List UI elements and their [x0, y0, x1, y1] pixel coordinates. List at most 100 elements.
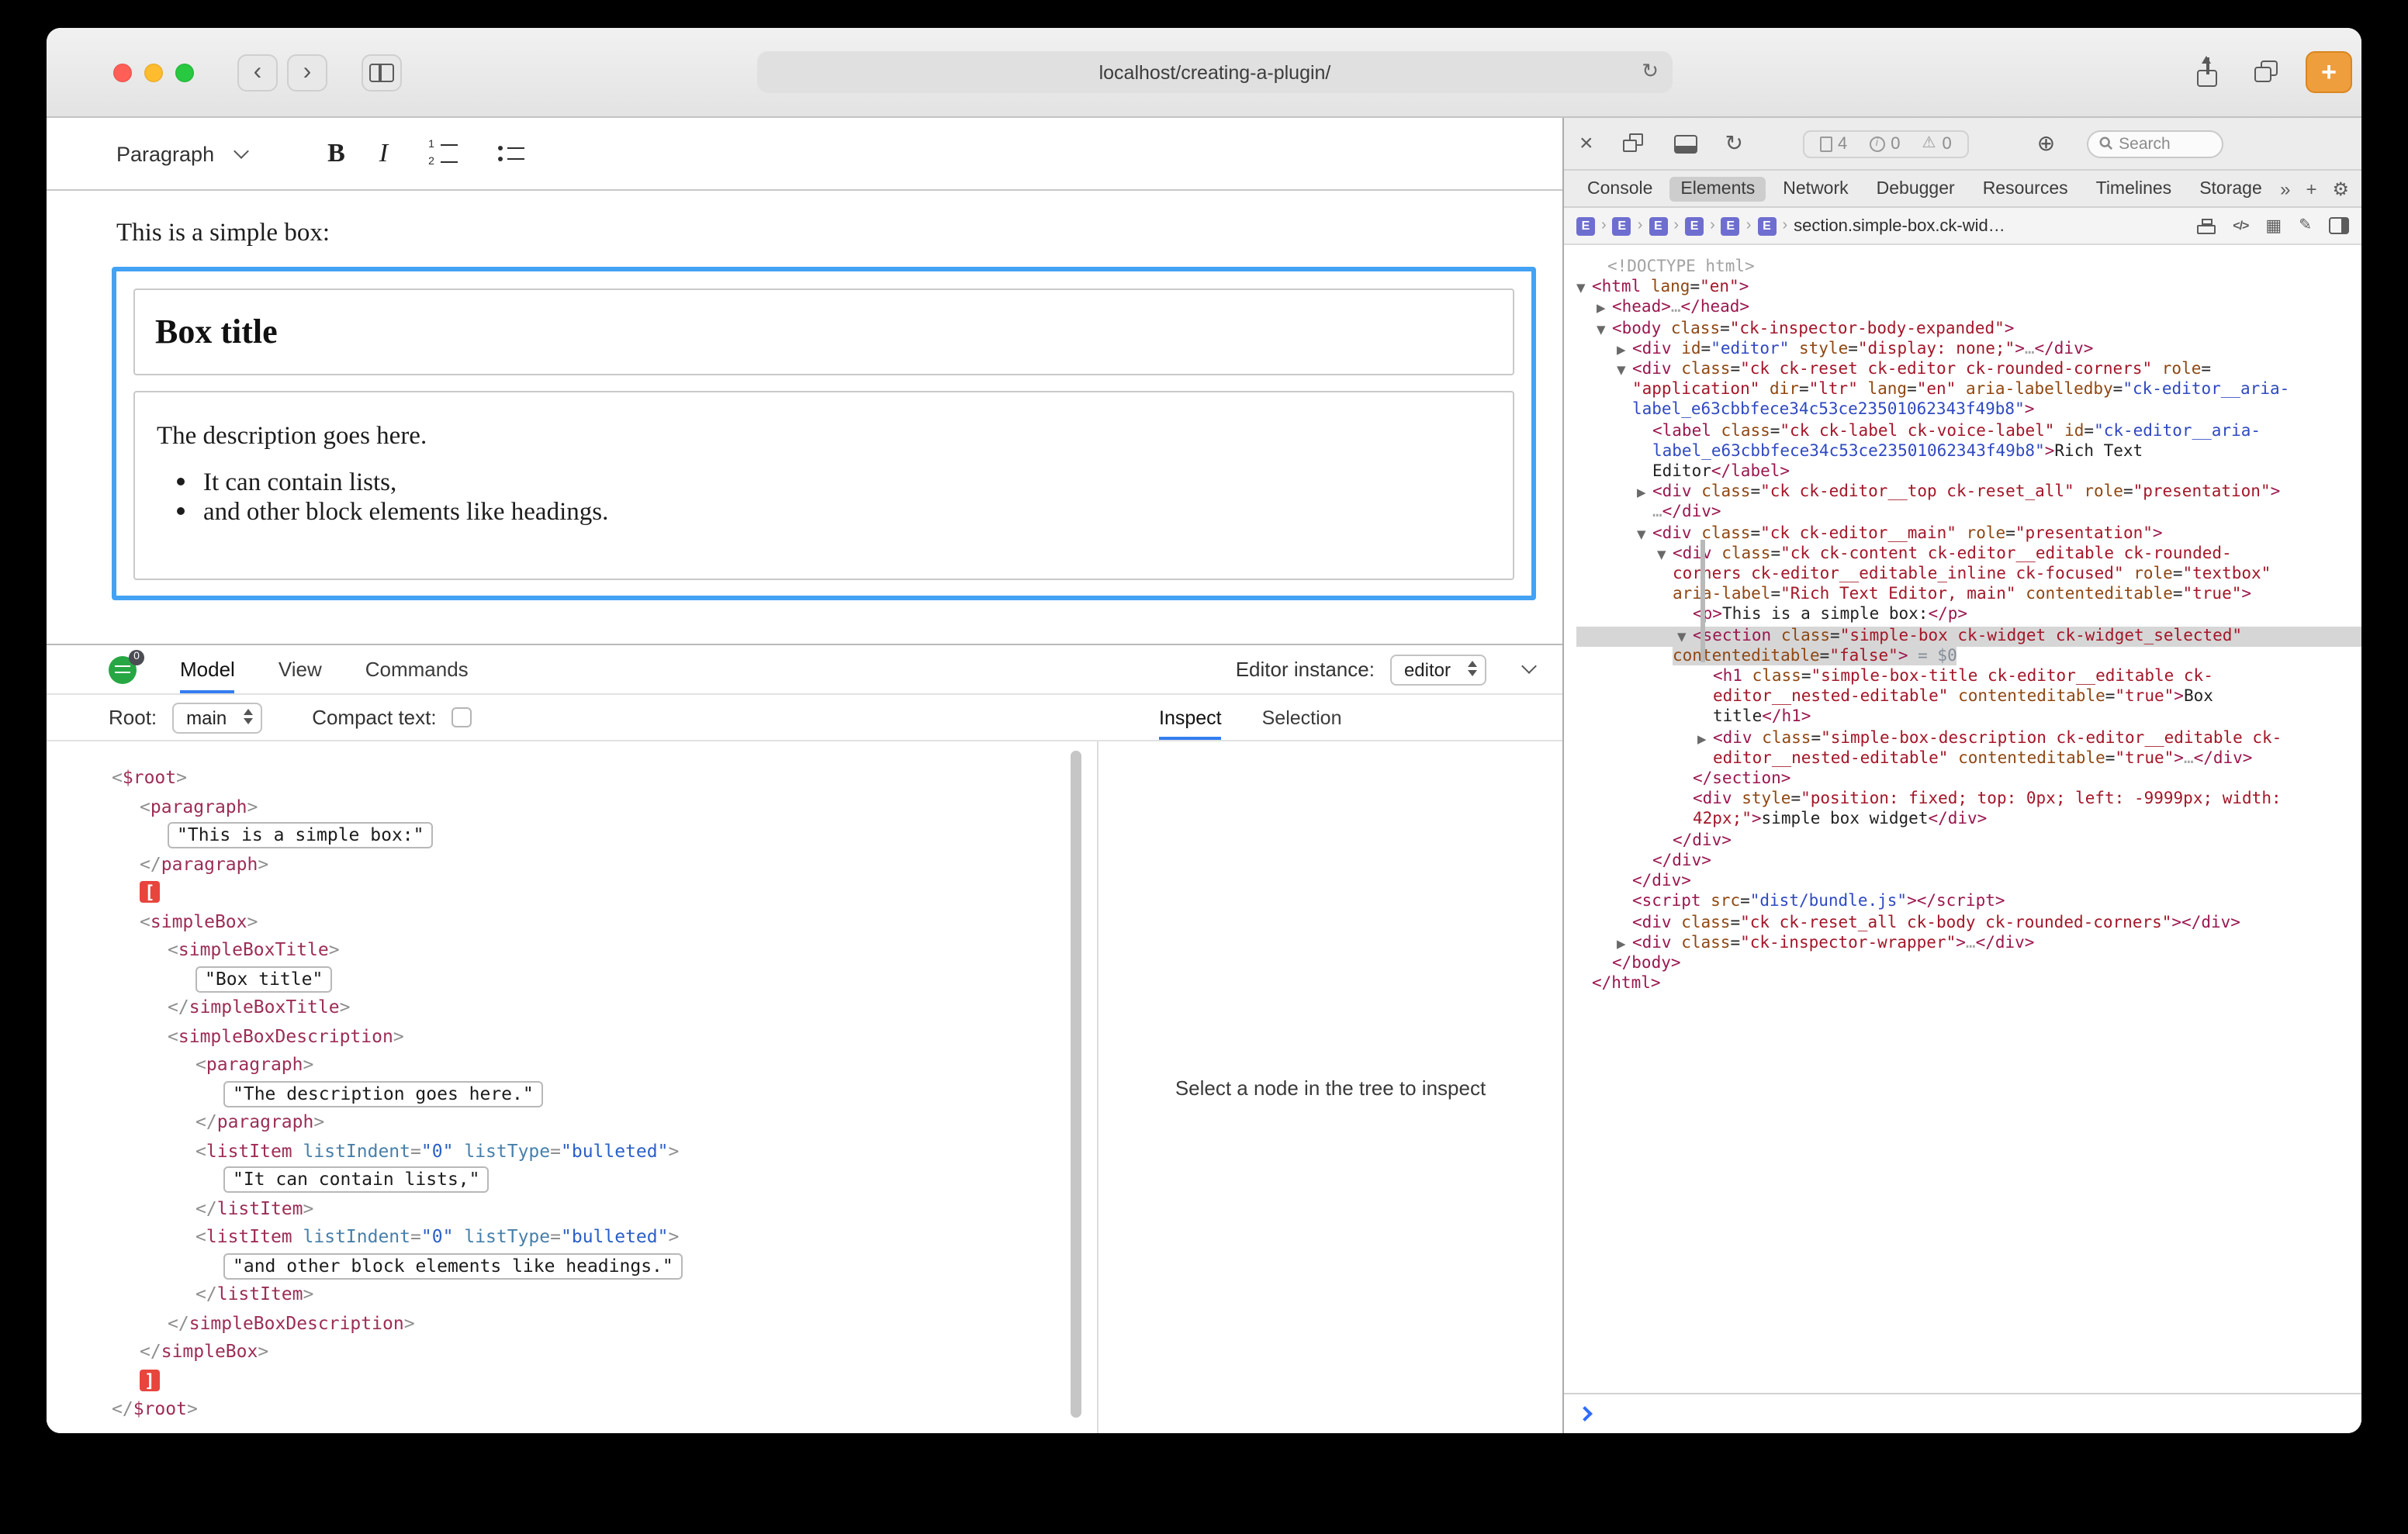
dom-tree-node[interactable]: ▼<html lang="en"> — [1576, 278, 2361, 298]
back-button[interactable]: ‹ — [237, 54, 278, 91]
dom-tree-node[interactable]: ▼<div class="ck ck-editor__main" role="p… — [1576, 523, 2361, 544]
model-tree-node[interactable]: <paragraph> — [112, 1050, 1067, 1079]
dom-tree-node[interactable]: ▼<div class="ck ck-reset ck-editor ck-ro… — [1576, 360, 2361, 380]
breadcrumb-current[interactable]: section.simple-box.ck-wid… — [1794, 216, 2005, 235]
inspector-tab-view[interactable]: View — [279, 645, 322, 693]
model-tree-node[interactable]: "and other block elements like headings.… — [112, 1251, 1067, 1280]
model-tree-node[interactable]: [ — [112, 878, 1067, 907]
editor-content[interactable]: This is a simple box: Box title The desc… — [47, 191, 1562, 644]
collapse-inspector-icon[interactable] — [1521, 658, 1537, 674]
devtools-reload-icon[interactable]: ↻ — [1725, 130, 1743, 157]
expanded-arrow-icon[interactable]: ▼ — [1617, 360, 1632, 380]
model-tree-node[interactable]: <simpleBoxTitle> — [112, 935, 1067, 964]
dom-tree-node[interactable]: <div class="ck ck-reset_all ck-body ck-r… — [1576, 913, 2361, 933]
dom-tree-node[interactable]: ▼<div class="ck ck-content ck-editor__ed… — [1576, 544, 2361, 565]
model-tree-node[interactable]: </simpleBox> — [112, 1337, 1067, 1366]
close-window-button[interactable] — [113, 63, 132, 81]
code-icon[interactable]: </> — [2233, 219, 2248, 233]
collapsed-arrow-icon[interactable]: ▶ — [1697, 728, 1713, 748]
print-icon[interactable] — [2197, 218, 2216, 233]
dom-tree-node[interactable]: <h1 class="simple-box-title ck-editor__e… — [1576, 667, 2361, 687]
expanded-arrow-icon[interactable]: ▼ — [1657, 544, 1673, 565]
element-badge-icon[interactable]: E — [1613, 216, 1631, 235]
pane-tab-selection[interactable]: Selection — [1262, 695, 1342, 740]
bulleted-list-button[interactable] — [498, 146, 524, 161]
editor-list-item[interactable]: It can contain lists, — [203, 468, 1513, 497]
model-tree-node[interactable]: "Box title" — [112, 964, 1067, 993]
inspector-tab-model[interactable]: Model — [180, 645, 235, 693]
model-tree-node[interactable]: </simpleBoxTitle> — [112, 993, 1067, 1021]
devtools-tab-network[interactable]: Network — [1772, 176, 1859, 201]
editor-instance-select[interactable]: editor — [1390, 654, 1486, 685]
element-picker-icon[interactable]: ⊕ — [2037, 130, 2055, 157]
grid-icon[interactable]: ▦ — [2265, 216, 2282, 236]
model-tree-node[interactable]: <paragraph> — [112, 792, 1067, 821]
box-title-text[interactable]: Box title — [135, 312, 278, 352]
devtools-tab-timelines[interactable]: Timelines — [2085, 176, 2183, 201]
model-tree-node[interactable]: <$root> — [112, 763, 1067, 792]
model-tree-node[interactable]: "This is a simple box:" — [112, 821, 1067, 849]
pane-tab-inspect[interactable]: Inspect — [1159, 695, 1222, 740]
model-tree-node[interactable]: ] — [112, 1366, 1067, 1394]
dock-bottom-icon[interactable] — [1674, 134, 1697, 153]
model-tree-node[interactable]: </$root> — [112, 1394, 1067, 1423]
add-tab-icon[interactable]: + — [2306, 178, 2316, 199]
details-sidebar-icon[interactable] — [2329, 217, 2349, 234]
italic-button[interactable]: I — [379, 138, 388, 169]
dom-tree-node[interactable]: <label class="ck ck-label ck-voice-label… — [1576, 421, 2361, 441]
model-tree-node[interactable]: </simpleBoxDescription> — [112, 1308, 1067, 1337]
tab-overview-button[interactable] — [2247, 54, 2287, 91]
share-button[interactable] — [2188, 54, 2228, 91]
resource-count[interactable]: 4 — [1819, 134, 1847, 153]
model-tree-node[interactable]: </paragraph> — [112, 849, 1067, 878]
editor-paragraph[interactable]: This is a simple box: — [116, 217, 330, 248]
bold-button[interactable]: B — [327, 138, 345, 169]
model-tree-node[interactable]: </paragraph> — [112, 1107, 1067, 1136]
devtools-tab-resources[interactable]: Resources — [1972, 176, 2079, 201]
address-bar[interactable]: localhost/creating-a-plugin/ ↻ — [757, 51, 1673, 93]
reload-icon[interactable]: ↻ — [1642, 59, 1659, 84]
collapsed-arrow-icon[interactable]: ▶ — [1637, 482, 1652, 503]
dom-tree-node[interactable]: label_e63cbbfece34c53ce23501062343f49b8"… — [1576, 401, 2361, 421]
element-badge-icon[interactable]: E — [1757, 216, 1776, 235]
dom-tree-node[interactable]: ▶<div class="simple-box-description ck-e… — [1576, 728, 2361, 748]
numbered-list-button[interactable]: 1 2 — [428, 140, 458, 168]
dom-tree-node[interactable]: ▶<div class="ck ck-editor__top ck-reset_… — [1576, 482, 2361, 503]
more-tabs-icon[interactable]: » — [2280, 178, 2290, 199]
element-badge-icon[interactable]: E — [1685, 216, 1704, 235]
dom-tree-node[interactable]: </div> — [1576, 872, 2361, 892]
dom-tree-node[interactable]: aria-label="Rich Text Editor, main" cont… — [1576, 586, 2361, 606]
model-tree-node[interactable]: <listItem listIndent="0" listType="bulle… — [112, 1222, 1067, 1251]
dom-tree-node[interactable]: </div> — [1576, 852, 2361, 872]
dom-tree-node[interactable]: </body> — [1576, 954, 2361, 974]
dom-tree-node[interactable]: contenteditable="false"> = $0 — [1576, 647, 2361, 667]
paragraph-dropdown[interactable]: Paragraph — [116, 142, 247, 165]
expanded-arrow-icon[interactable]: ▼ — [1677, 626, 1693, 646]
dom-tree-node[interactable]: </section> — [1576, 769, 2361, 789]
collapsed-arrow-icon[interactable]: ▶ — [1617, 933, 1632, 953]
dom-tree-node[interactable]: label_e63cbbfece34c53ce23501062343f49b8"… — [1576, 442, 2361, 462]
dom-tree-node[interactable]: editor__nested-editable" contenteditable… — [1576, 688, 2361, 708]
dom-tree-node[interactable]: </html> — [1576, 974, 2361, 994]
element-badge-icon[interactable]: E — [1649, 216, 1667, 235]
quick-console[interactable] — [1564, 1393, 2361, 1433]
simple-box-description-field[interactable]: The description goes here. It can contai… — [133, 391, 1514, 580]
model-tree-node[interactable]: "The description goes here." — [112, 1079, 1067, 1107]
dom-tree-node[interactable]: "application" dir="ltr" lang="en" aria-l… — [1576, 380, 2361, 400]
model-tree-node[interactable]: </listItem> — [112, 1280, 1067, 1308]
dom-tree-node[interactable]: 42px;">simple box widget</div> — [1576, 810, 2361, 831]
model-tree-node[interactable]: <listItem listIndent="0" listType="bulle… — [112, 1136, 1067, 1165]
model-tree-scrollbar[interactable] — [1071, 748, 1083, 1427]
compact-text-checkbox[interactable] — [452, 707, 472, 727]
collapsed-arrow-icon[interactable]: ▶ — [1597, 299, 1612, 319]
dom-tree-node[interactable]: title</h1> — [1576, 708, 2361, 728]
dom-tree-node[interactable]: ▶<head>…</head> — [1576, 299, 2361, 319]
issues-count[interactable]: i 0 — [1869, 134, 1900, 153]
dom-tree-node[interactable]: editor__nested-editable" contenteditable… — [1576, 749, 2361, 769]
devtools-tab-elements[interactable]: Elements — [1669, 176, 1766, 201]
dom-tree-node[interactable]: ▶<div class="ck-inspector-wrapper">…</di… — [1576, 933, 2361, 953]
close-devtools-button[interactable]: × — [1579, 130, 1593, 157]
warnings-count[interactable]: ⚠ 0 — [1922, 134, 1952, 153]
expanded-arrow-icon[interactable]: ▼ — [1576, 278, 1592, 298]
devtools-search-field[interactable]: Search — [2086, 130, 2223, 157]
